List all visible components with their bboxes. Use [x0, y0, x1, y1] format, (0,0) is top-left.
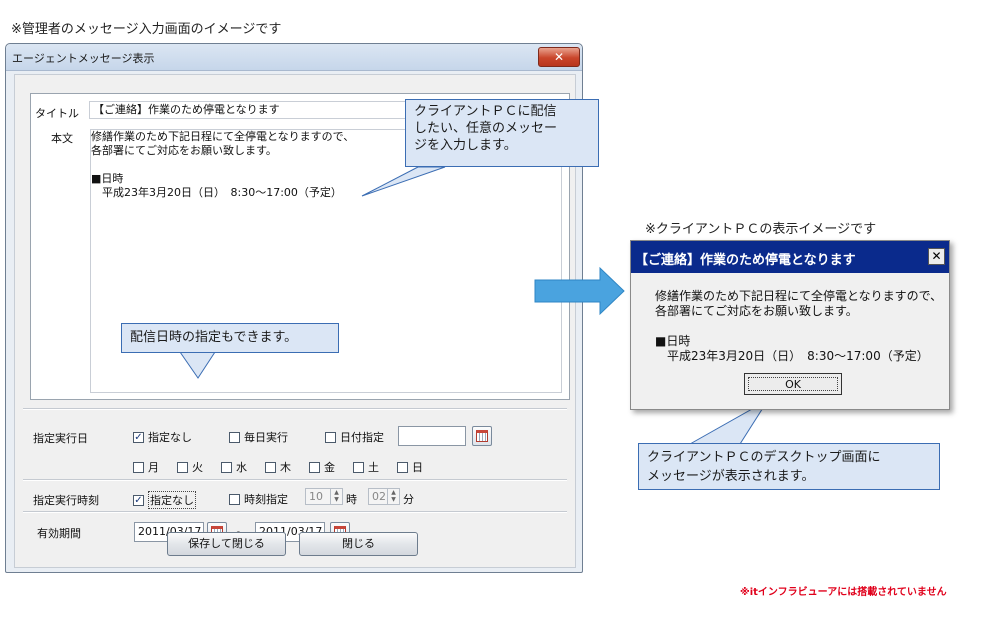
- footer-note: ※itインフラビューアには搭載されていません: [740, 587, 947, 598]
- right-arrow-icon: [534, 266, 625, 316]
- schedule-callout-pointer: [179, 351, 216, 379]
- desktop-callout: クライアントＰＣのデスクトップ画面に メッセージが表示されます。: [638, 443, 940, 490]
- popup-close-button[interactable]: ✕: [928, 248, 945, 265]
- popup-ok-button[interactable]: OK: [744, 373, 842, 395]
- top-callout-pointer: [361, 166, 446, 197]
- message-input-callout: クライアントＰＣに配信 したい、任意のメッセー ジを入力します。: [405, 99, 599, 167]
- client-screen-caption: ※クライアントＰＣの表示イメージです: [645, 222, 877, 237]
- schedule-callout: 配信日時の指定もできます。: [121, 323, 339, 353]
- popup-message-body: 修繕作業のため下記日程にて全停電となりますので、 各部署にてご対応をお願い致しま…: [655, 289, 943, 363]
- client-message-popup: 【ご連絡】作業のため停電となります ✕ 修繕作業のため下記日程にて全停電となりま…: [630, 240, 950, 410]
- popup-title: 【ご連絡】作業のため停電となります: [635, 253, 856, 268]
- popup-titlebar: 【ご連絡】作業のため停電となります ✕: [631, 241, 949, 273]
- ok-label: OK: [748, 377, 838, 391]
